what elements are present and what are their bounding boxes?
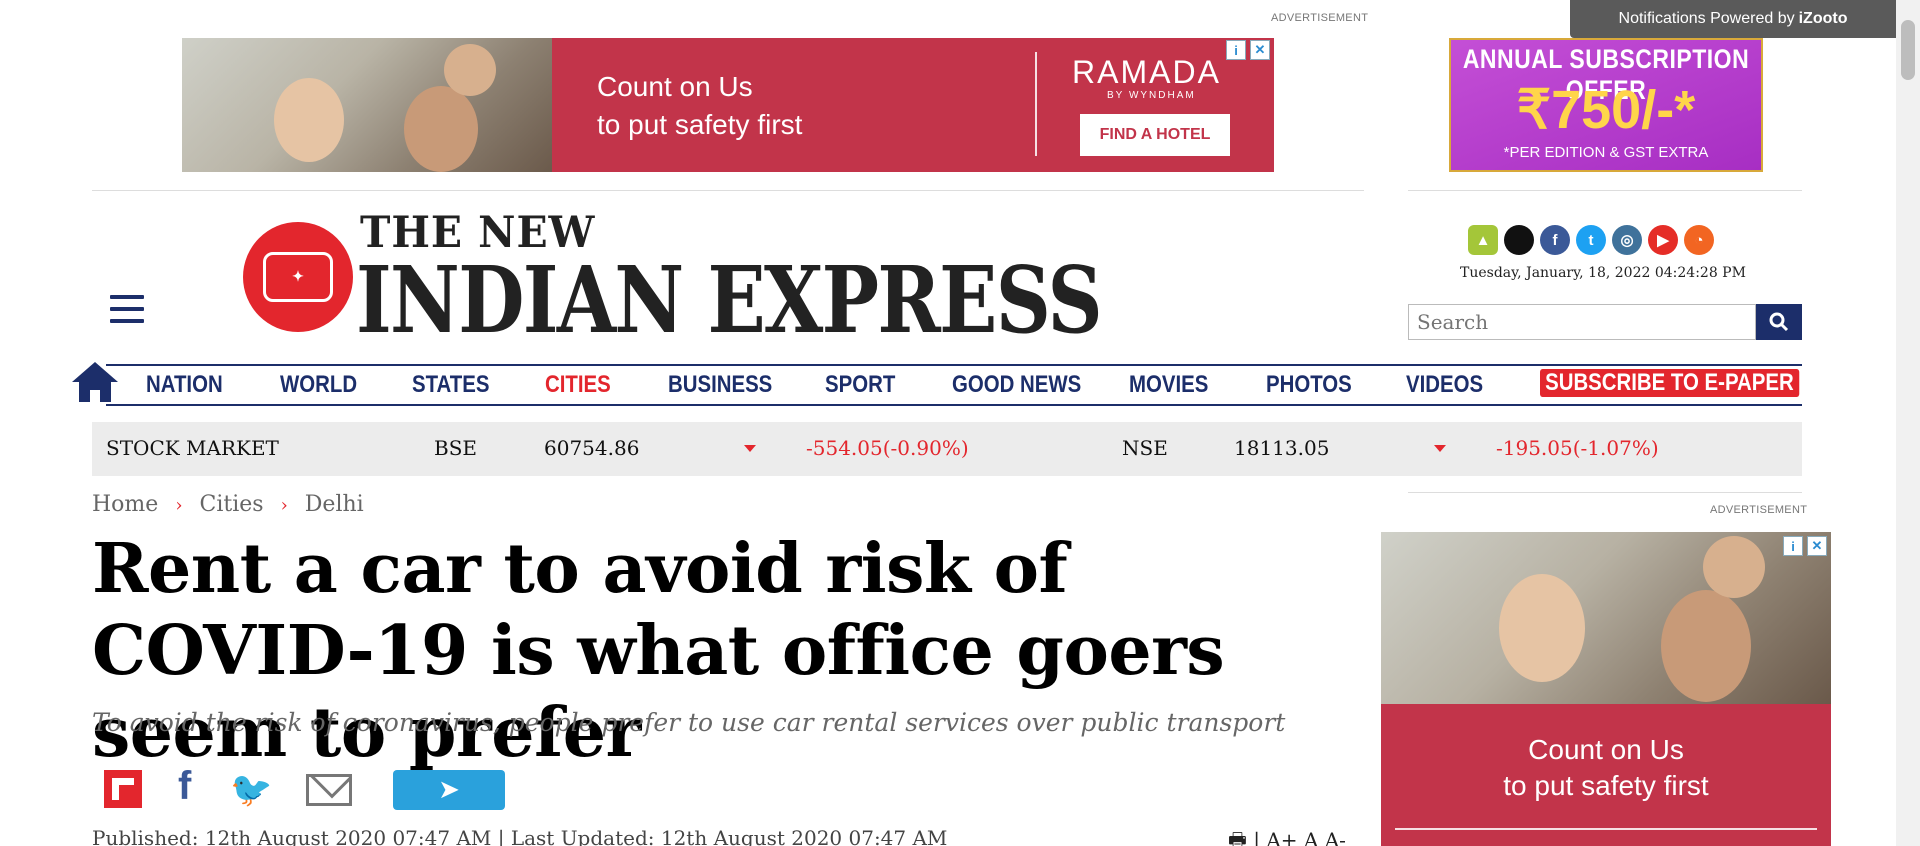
nse-label: NSE — [1122, 436, 1168, 460]
breadcrumb: Home › Cities › Delhi — [92, 492, 364, 517]
nav-world[interactable]: WORLD — [280, 371, 357, 399]
nav-movies[interactable]: MOVIES — [1129, 371, 1208, 399]
chevron-right-icon: › — [280, 495, 288, 516]
scrollbar[interactable] — [1896, 0, 1920, 846]
subscription-ad-price: ₹750/-* — [1516, 80, 1696, 140]
current-date: Tuesday, January, 18, 2022 04:24:28 PM — [1460, 265, 1746, 281]
down-arrow-icon — [744, 445, 756, 452]
nse-value: 18113.05 — [1234, 436, 1330, 460]
article-tools[interactable]: 🖶 | A+ A A- — [1228, 826, 1346, 846]
main-nav: NATION WORLD STATES CITIES BUSINESS SPOR… — [106, 364, 1802, 406]
youtube-icon[interactable]: ▶ — [1648, 225, 1678, 255]
ad-copy-line1: Count on Us — [597, 71, 753, 102]
breadcrumb-delhi[interactable]: Delhi — [305, 492, 364, 517]
facebook-icon[interactable]: f — [1540, 225, 1570, 255]
bse-value: 60754.86 — [544, 436, 640, 460]
notifications-banner[interactable]: Notifications Powered by iZooto — [1570, 0, 1896, 38]
nav-sport[interactable]: SPORT — [825, 371, 895, 399]
twitter-icon[interactable]: t — [1576, 225, 1606, 255]
ad-brand-sub: BY WYNDHAM — [1107, 90, 1196, 101]
search-icon — [1769, 312, 1789, 332]
nav-business[interactable]: BUSINESS — [668, 371, 772, 399]
ad-divider — [1035, 52, 1037, 156]
logo-main-text[interactable]: INDIAN EXPRESS — [356, 246, 1103, 354]
side-ad-photo — [1381, 532, 1831, 704]
nse-change: -195.05(-1.07%) — [1496, 436, 1659, 460]
notifications-text: Notifications Powered by — [1618, 10, 1795, 27]
adchoices-icon[interactable]: i — [1783, 536, 1803, 556]
instagram-icon[interactable]: ◎ — [1612, 225, 1642, 255]
side-ad-divider — [1395, 828, 1817, 830]
nav-cities[interactable]: CITIES — [545, 371, 611, 399]
divider — [1408, 492, 1802, 493]
ad-copy-line2: to put safety first — [597, 109, 803, 140]
side-ad-label: ADVERTISEMENT — [1710, 504, 1808, 516]
breadcrumb-cities[interactable]: Cities — [200, 492, 264, 517]
email-share-icon[interactable] — [306, 774, 352, 806]
ad-photo — [182, 38, 552, 172]
android-icon[interactable]: ▲ — [1468, 225, 1498, 255]
stock-ticker: STOCK MARKET BSE 60754.86 -554.05(-0.90%… — [92, 422, 1802, 476]
side-ad-copy: Count on Us to put safety first — [1381, 732, 1831, 804]
subscription-ad-note: *PER EDITION & GST EXTRA — [1503, 144, 1709, 161]
stock-label: STOCK MARKET — [106, 436, 279, 460]
down-arrow-icon — [1434, 445, 1446, 452]
telegram-share-icon[interactable]: ➤ — [393, 770, 505, 810]
chevron-right-icon: › — [175, 495, 183, 516]
top-ad-banner[interactable]: Count on Us to put safety first RAMADA B… — [182, 38, 1274, 172]
article-standfirst: To avoid the risk of coronavirus, people… — [92, 708, 1286, 737]
apple-icon[interactable] — [1504, 225, 1534, 255]
close-ad-icon[interactable]: ✕ — [1250, 40, 1270, 60]
divider — [1408, 190, 1802, 191]
article-dates: Published: 12th August 2020 07:47 AM | L… — [92, 826, 948, 846]
search-input[interactable] — [1408, 304, 1756, 340]
nav-nation[interactable]: NATION — [146, 371, 223, 399]
find-hotel-button[interactable]: FIND A HOTEL — [1080, 114, 1230, 156]
side-ad-banner[interactable]: i ✕ Count on Us to put safety first — [1381, 532, 1831, 846]
subscribe-epaper-button[interactable]: SUBSCRIBE TO E-PAPER — [1540, 369, 1799, 397]
breadcrumb-home[interactable]: Home — [92, 492, 158, 517]
adchoices-icon[interactable]: i — [1226, 40, 1246, 60]
facebook-share-icon[interactable]: f — [178, 764, 208, 808]
social-links: ▲ f t ◎ ▶ ◔ — [1468, 225, 1714, 255]
twitter-share-icon[interactable]: 🐦 — [230, 770, 272, 810]
logo-emblem[interactable]: ✦ — [243, 222, 353, 332]
ad-label: ADVERTISEMENT — [1271, 12, 1369, 24]
search-button[interactable] — [1756, 304, 1802, 340]
notifications-brand: iZooto — [1798, 10, 1848, 27]
close-ad-icon[interactable]: ✕ — [1807, 536, 1827, 556]
nav-videos[interactable]: VIDEOS — [1406, 371, 1483, 399]
flipboard-share-icon[interactable] — [104, 770, 142, 808]
nav-good-news[interactable]: GOOD NEWS — [952, 371, 1081, 399]
side-ad-copy-line1: Count on Us — [1528, 734, 1684, 765]
scrollbar-thumb[interactable] — [1901, 20, 1915, 80]
ad-brand: RAMADA — [1072, 54, 1221, 90]
menu-icon[interactable] — [110, 295, 144, 331]
subscription-ad[interactable]: ANNUAL SUBSCRIPTION OFFER ₹750/-* *PER E… — [1449, 38, 1763, 172]
divider — [92, 190, 1364, 191]
side-ad-copy-line2: to put safety first — [1503, 770, 1709, 801]
bse-change: -554.05(-0.90%) — [806, 436, 969, 460]
ad-copy: Count on Us to put safety first — [597, 68, 802, 144]
nav-photos[interactable]: PHOTOS — [1266, 371, 1352, 399]
bse-label: BSE — [434, 436, 477, 460]
nav-states[interactable]: STATES — [412, 371, 489, 399]
article-title: Rent a car to avoid risk of COVID-19 is … — [92, 529, 1225, 773]
rss-icon[interactable]: ◔ — [1684, 225, 1714, 255]
